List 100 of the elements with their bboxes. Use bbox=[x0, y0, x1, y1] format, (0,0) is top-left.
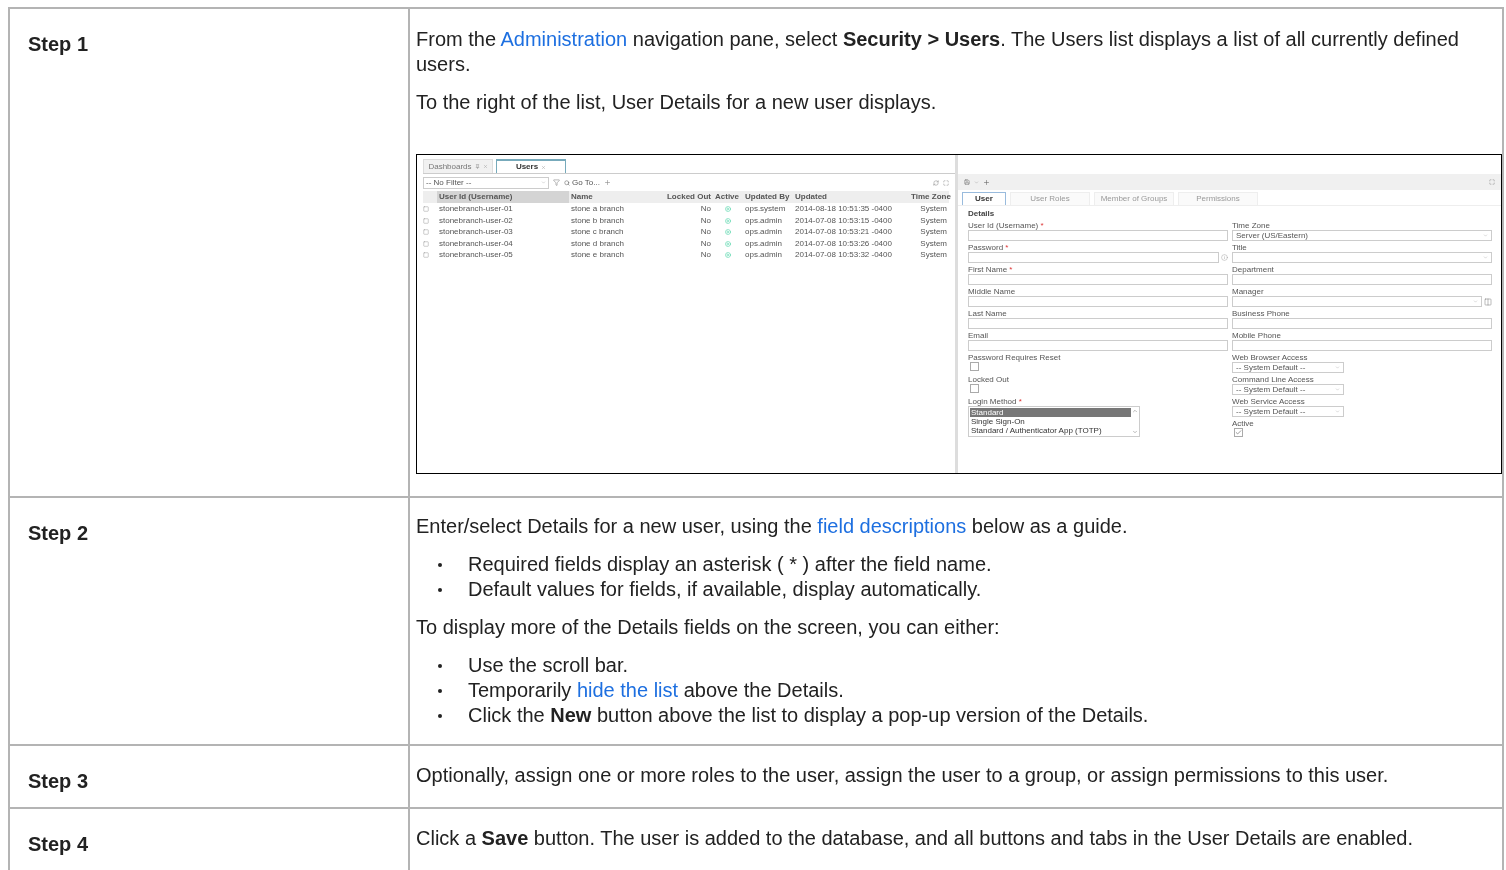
table-cell-text: System bbox=[919, 214, 948, 227]
paragraph-text: From the Administration navigation pane, select Security > Users. The Users list displays a list of all currently defined users. bbox=[416, 27, 1460, 77]
check-icon bbox=[1235, 429, 1242, 436]
field-label: Password * bbox=[968, 243, 1010, 252]
field-label: First Name * bbox=[968, 265, 1014, 274]
table-cell-text: No bbox=[699, 237, 712, 250]
field-label: Manager bbox=[1232, 287, 1265, 296]
step-label: Step 1 bbox=[28, 32, 90, 57]
table-cell-text: stone d branch bbox=[570, 237, 625, 250]
chevron-icon bbox=[1335, 387, 1340, 392]
chevron-icon bbox=[1473, 299, 1478, 304]
table-cell-text: stonebranch-user-04 bbox=[438, 237, 514, 250]
password-input[interactable] bbox=[968, 252, 1219, 263]
bullet-icon bbox=[438, 563, 442, 567]
select-field[interactable]: -- System Default -- bbox=[1232, 406, 1344, 417]
field-label: Web Service Access bbox=[1232, 397, 1306, 406]
paragraph-text: Use the scroll bar. bbox=[468, 653, 629, 678]
text-input[interactable] bbox=[1232, 340, 1492, 351]
close-icon[interactable] bbox=[541, 164, 547, 170]
paragraph-text: Enter/select Details for a new user, using the field descriptions below as a guide. bbox=[416, 514, 1129, 539]
text-input[interactable] bbox=[968, 230, 1228, 241]
add-icon[interactable] bbox=[603, 179, 611, 186]
column-header[interactable]: Time Zone bbox=[909, 191, 949, 203]
table-cell-text: stonebranch-user-03 bbox=[438, 226, 514, 239]
chevron-icon[interactable] bbox=[974, 179, 979, 185]
select-field[interactable]: Server (US/Eastern) bbox=[1232, 230, 1492, 241]
chevron-icon bbox=[1483, 233, 1488, 238]
column-header[interactable]: Updated By bbox=[743, 191, 793, 203]
link[interactable]: Administration bbox=[500, 28, 628, 50]
list-option[interactable]: Standard bbox=[970, 408, 1131, 417]
table-cell-text: stonebranch-user-02 bbox=[438, 214, 514, 227]
list-box[interactable]: Standard Single Sign-On Standard / Authenticator App (TOTP) bbox=[968, 406, 1140, 437]
column-header[interactable]: Locked Out bbox=[669, 191, 713, 203]
scroll-up-icon[interactable] bbox=[1132, 408, 1138, 414]
paragraph-text: Optionally, assign one or more roles to the user, assign the user to a group, or assign permissions to this user. bbox=[416, 763, 1390, 788]
table-cell-text: System bbox=[919, 226, 948, 239]
text-input[interactable] bbox=[1232, 274, 1492, 285]
details-icon[interactable] bbox=[1484, 297, 1492, 306]
bullet-icon bbox=[438, 714, 442, 718]
field-label: Last Name bbox=[968, 309, 1008, 318]
list-option[interactable]: Single Sign-On bbox=[970, 417, 1131, 426]
table-cell-text: stonebranch-user-01 bbox=[438, 203, 514, 215]
table-cell-text: ops.system bbox=[744, 203, 787, 215]
table-cell-text: stonebranch-user-05 bbox=[438, 249, 514, 262]
table-cell-text: System bbox=[919, 237, 948, 250]
filter-select[interactable]: -- No Filter -- bbox=[423, 176, 549, 189]
paragraph-text: To the right of the list, User Details for a new user displays. bbox=[416, 90, 938, 115]
column-header[interactable]: Active bbox=[713, 191, 743, 203]
column-header[interactable]: Updated bbox=[793, 191, 909, 203]
select-field[interactable] bbox=[1232, 296, 1482, 307]
save-icon[interactable] bbox=[964, 179, 970, 185]
checkbox[interactable] bbox=[970, 384, 979, 393]
info-icon bbox=[1221, 254, 1228, 261]
table-cell-text: stone e branch bbox=[570, 249, 625, 262]
close-icon[interactable] bbox=[482, 164, 488, 169]
field-label: Business Phone bbox=[1232, 309, 1291, 318]
bullet-icon bbox=[438, 664, 442, 668]
maximize-icon[interactable] bbox=[1489, 179, 1495, 185]
select-field[interactable]: -- System Default -- bbox=[1232, 384, 1344, 395]
search-icon bbox=[564, 179, 570, 186]
table-cell-text: System bbox=[919, 203, 948, 215]
text-input[interactable] bbox=[1232, 318, 1492, 329]
scroll-down-icon[interactable] bbox=[1132, 429, 1138, 435]
select-field[interactable]: -- System Default -- bbox=[1232, 362, 1344, 373]
field-label: Middle Name bbox=[968, 287, 1017, 296]
field-label: Password Requires Reset bbox=[968, 353, 1062, 362]
link[interactable]: hide the list bbox=[576, 679, 679, 701]
column-header[interactable]: User Id (Username) bbox=[437, 191, 569, 203]
text-input[interactable] bbox=[968, 296, 1228, 307]
checkbox[interactable] bbox=[970, 362, 979, 371]
select-field[interactable] bbox=[1232, 252, 1492, 263]
tab[interactable]: Dashboards bbox=[423, 159, 493, 173]
paragraph-text: Click the New button above the list to display a pop-up version of the Details. bbox=[468, 703, 1149, 728]
checkbox[interactable] bbox=[1234, 428, 1243, 437]
maximize-icon[interactable] bbox=[943, 179, 949, 186]
table-cell-text: System bbox=[919, 249, 948, 262]
tab[interactable]: Users bbox=[496, 159, 566, 173]
table-cell-text: 2014-07-08 10:53:32 -0400 bbox=[794, 249, 893, 262]
field-label: Command Line Access bbox=[1232, 375, 1315, 384]
chevron-icon bbox=[1483, 255, 1488, 260]
section-title: Details bbox=[968, 208, 996, 220]
link[interactable]: field descriptions bbox=[817, 515, 967, 537]
filter-icon[interactable] bbox=[553, 179, 560, 186]
text-input[interactable] bbox=[968, 318, 1228, 329]
table-cell-text: ops.admin bbox=[744, 226, 783, 239]
paragraph-text: Click a Save button. The user is added to the database, and all buttons and tabs in the User Details are enabled. bbox=[416, 826, 1414, 851]
list-option[interactable]: Standard / Authenticator App (TOTP) bbox=[970, 426, 1131, 435]
field-label: Email bbox=[968, 331, 989, 340]
add-icon[interactable] bbox=[983, 178, 990, 186]
table-cell-text: ops.admin bbox=[744, 249, 783, 262]
step-label: Step 3 bbox=[28, 769, 90, 794]
detail-tab[interactable]: User bbox=[962, 192, 1006, 205]
text-input[interactable] bbox=[968, 340, 1228, 351]
field-label: User Id (Username) * bbox=[968, 221, 1045, 230]
table-cell-text: stone b branch bbox=[570, 214, 625, 227]
field-label: Locked Out bbox=[968, 375, 1010, 384]
text-input[interactable] bbox=[968, 274, 1228, 285]
refresh-icon[interactable] bbox=[933, 179, 939, 186]
go-to-button[interactable]: Go To... bbox=[564, 176, 600, 189]
chevron-icon bbox=[1335, 365, 1340, 370]
